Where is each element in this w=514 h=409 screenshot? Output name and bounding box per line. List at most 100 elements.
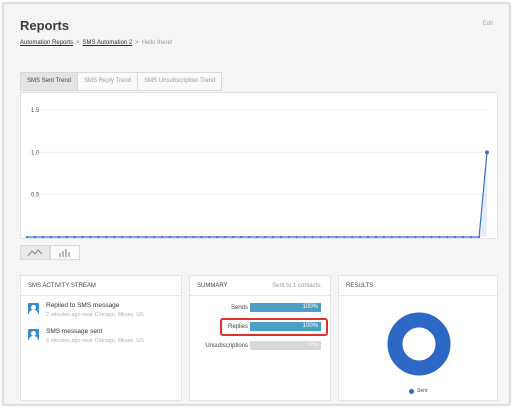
data-point[interactable]: [446, 235, 449, 239]
user-avatar-icon: [28, 329, 39, 340]
data-point[interactable]: [406, 235, 409, 239]
data-point[interactable]: [255, 235, 259, 239]
data-point[interactable]: [144, 235, 148, 239]
data-point[interactable]: [327, 235, 330, 239]
results-legend: Sent: [409, 388, 427, 394]
data-point[interactable]: [382, 235, 385, 239]
data-point[interactable]: [81, 235, 84, 239]
results-panel: RESULTS Sent: [338, 275, 498, 401]
breadcrumb-sms-automation[interactable]: SMS Automation 2: [83, 40, 133, 46]
data-point[interactable]: [359, 235, 362, 239]
data-point[interactable]: [168, 235, 171, 239]
data-point[interactable]: [192, 235, 195, 239]
data-point[interactable]: [430, 235, 433, 239]
data-point[interactable]: [454, 235, 457, 239]
data-point[interactable]: [398, 235, 401, 239]
data-point[interactable]: [374, 235, 378, 239]
user-avatar-icon: [28, 303, 39, 314]
data-point[interactable]: [279, 235, 282, 239]
data-point[interactable]: [351, 235, 354, 239]
summary-label: Sends: [230, 305, 248, 311]
summary-panel: SUMMARY Sent to 1 contacts. Sends 100% R…: [189, 275, 331, 401]
data-point[interactable]: [240, 235, 243, 239]
line-chart-icon: [27, 248, 43, 256]
data-point[interactable]: [73, 235, 76, 239]
data-point[interactable]: [422, 235, 425, 239]
legend-dot-icon: [409, 388, 414, 394]
data-point[interactable]: [232, 235, 235, 239]
data-point[interactable]: [160, 235, 163, 239]
edit-link[interactable]: Edit: [483, 21, 493, 27]
data-point[interactable]: [208, 235, 211, 239]
reports-window: Reports Edit Automation Reports > SMS Auto…: [3, 3, 510, 405]
line-chart-toggle[interactable]: [20, 245, 50, 260]
donut-slice-sent: [387, 312, 451, 376]
data-point[interactable]: [97, 235, 100, 239]
activity-stream-title: SMS ACTIVITY STREAM: [21, 276, 181, 296]
data-point[interactable]: [303, 235, 306, 239]
replies-highlight-box: [220, 318, 328, 336]
summary-bar: 0%: [250, 341, 321, 350]
activity-title: SMS message sent: [46, 328, 103, 335]
data-point[interactable]: [343, 235, 346, 239]
data-point[interactable]: [136, 235, 140, 239]
breadcrumb-automation-reports[interactable]: Automation Reports: [20, 40, 73, 46]
results-title: RESULTS: [339, 276, 497, 296]
y-tick-label: 1.5: [31, 108, 40, 114]
data-point[interactable]: [485, 150, 489, 155]
data-point[interactable]: [57, 235, 60, 239]
activity-meta: 2 minutes ago near Chicago, Illinois, US: [46, 312, 144, 318]
data-point[interactable]: [216, 235, 219, 239]
breadcrumb-separator: >: [76, 40, 80, 46]
data-point[interactable]: [121, 235, 124, 239]
tab-sms-reply-trend[interactable]: SMS Reply Trend: [77, 72, 138, 91]
results-donut: [387, 312, 451, 376]
data-point[interactable]: [105, 235, 108, 239]
page-title: Reports: [20, 18, 70, 33]
summary-label: Unsubscriptions: [205, 343, 248, 349]
summary-subtitle: Sent to 1 contacts.: [272, 283, 322, 289]
breadcrumb-current: Hello there!: [141, 40, 173, 46]
y-tick-label: 1.0: [31, 150, 40, 156]
data-point[interactable]: [287, 235, 290, 239]
trend-chart-svg: 1.5 1.0 0.5: [25, 108, 489, 239]
summary-header: SUMMARY Sent to 1 contacts.: [190, 276, 330, 296]
data-point[interactable]: [113, 235, 116, 239]
y-tick-label: 0.5: [31, 193, 40, 199]
data-point[interactable]: [200, 235, 203, 239]
data-point[interactable]: [470, 235, 473, 239]
activity-meta: 5 minutes ago near Chicago, Illinois, US: [46, 338, 144, 344]
data-point[interactable]: [33, 235, 37, 239]
data-point[interactable]: [89, 235, 92, 239]
data-point[interactable]: [390, 235, 393, 239]
data-point[interactable]: [311, 235, 314, 239]
data-point[interactable]: [319, 235, 322, 239]
legend-label: Sent: [417, 388, 428, 394]
data-point[interactable]: [414, 235, 417, 239]
data-point[interactable]: [152, 235, 155, 239]
data-point[interactable]: [462, 235, 465, 239]
data-point[interactable]: [49, 235, 52, 239]
data-point[interactable]: [65, 235, 68, 239]
data-point[interactable]: [247, 235, 251, 239]
data-point[interactable]: [129, 235, 132, 239]
data-point[interactable]: [41, 235, 44, 239]
data-point[interactable]: [366, 235, 370, 239]
data-point[interactable]: [271, 235, 274, 239]
data-point[interactable]: [295, 235, 298, 239]
tab-sms-unsubscription-trend[interactable]: SMS Unsubscription Trend: [137, 72, 223, 91]
data-point[interactable]: [263, 235, 267, 239]
trend-tabs: SMS Sent Trend SMS Reply Trend SMS Unsub…: [20, 72, 223, 91]
data-point[interactable]: [335, 235, 338, 239]
data-point[interactable]: [438, 235, 441, 239]
bar-chart-icon: [59, 249, 70, 257]
bar-chart-toggle[interactable]: [50, 245, 80, 260]
data-point[interactable]: [25, 235, 29, 239]
data-point[interactable]: [176, 235, 179, 239]
summary-bar: 100%: [250, 303, 321, 312]
data-point[interactable]: [477, 235, 481, 239]
breadcrumb-separator: >: [135, 40, 139, 46]
data-point[interactable]: [224, 235, 227, 239]
tab-sms-sent-trend[interactable]: SMS Sent Trend: [20, 72, 78, 91]
data-point[interactable]: [184, 235, 187, 239]
